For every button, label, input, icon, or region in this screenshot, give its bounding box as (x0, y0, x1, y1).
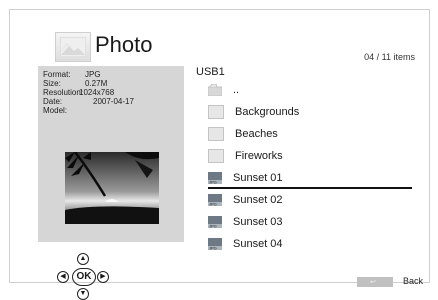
list-item-label: Backgrounds (235, 106, 300, 118)
svg-text:JPG: JPG (209, 224, 217, 229)
back-label: Back (403, 276, 424, 286)
down-arrow-icon[interactable]: ▼ (77, 288, 89, 300)
date-value: 2007-04-17 (93, 97, 134, 106)
photo-thumbnail (65, 152, 159, 224)
left-arrow-icon[interactable]: ◀ (57, 271, 69, 283)
file-info-panel: Format: JPG Size: 0.27M Resolution: 1024x76… (38, 66, 184, 242)
player-screen: Photo 04 / 11 items Format: JPG Size: 0.27… (9, 9, 430, 300)
resolution-label: Resolution: (43, 88, 84, 97)
list-item-label: Sunset 03 (233, 216, 283, 228)
size-label: Size: (43, 79, 61, 88)
folder-icon (208, 105, 224, 119)
header: Photo (55, 30, 205, 66)
selection-underline (208, 187, 412, 189)
nav-pad: ▲ ◀ OK ▶ ▼ (57, 253, 109, 300)
list-item-sunset-04[interactable]: JPG Sunset 04 (208, 234, 413, 254)
format-label: Format: (43, 70, 71, 79)
svg-text:JPG: JPG (209, 246, 217, 251)
list-item-sunset-03[interactable]: JPG Sunset 03 (208, 212, 413, 232)
list-item-sunset-01[interactable]: JPG Sunset 01 (208, 168, 413, 188)
list-item-parent[interactable]: .. (208, 80, 413, 100)
svg-text:JPG: JPG (209, 202, 217, 207)
jpg-file-icon: JPG (208, 172, 222, 184)
resolution-value: 1024x768 (79, 88, 115, 97)
item-counter: 04 / 11 items (364, 52, 415, 62)
jpg-file-icon: JPG (208, 238, 222, 250)
size-value: 0.27M (85, 79, 108, 88)
list-item-sunset-02[interactable]: JPG Sunset 02 (208, 190, 413, 210)
ok-button[interactable]: OK (72, 268, 96, 286)
list-item-label: Sunset 02 (233, 194, 283, 206)
svg-text:JPG: JPG (209, 180, 217, 185)
list-item-label: Beaches (235, 128, 278, 140)
list-item-backgrounds[interactable]: Backgrounds (208, 102, 413, 122)
list-item-label: Fireworks (235, 150, 283, 162)
right-arrow-icon[interactable]: ▶ (97, 271, 109, 283)
format-value: JPG (85, 70, 101, 79)
back-arrow-icon: ↩ (370, 279, 376, 286)
jpg-file-icon: JPG (208, 216, 222, 228)
breadcrumb: USB1 (196, 66, 225, 78)
file-info: Format: JPG Size: 0.27M Resolution: 1024x76… (43, 70, 134, 115)
folder-icon (208, 149, 224, 163)
up-arrow-icon[interactable]: ▲ (77, 253, 89, 265)
list-item-label: Sunset 01 (233, 172, 283, 184)
folder-icon (208, 127, 224, 141)
list-item-fireworks[interactable]: Fireworks (208, 146, 413, 166)
page-title: Photo (95, 32, 153, 57)
photo-icon (55, 32, 91, 62)
date-label: Date: (43, 97, 63, 106)
parent-folder-icon (208, 84, 222, 96)
list-item-label: .. (233, 84, 240, 96)
jpg-file-icon: JPG (208, 194, 222, 206)
list-item-beaches[interactable]: Beaches (208, 124, 413, 144)
model-label: Model: (43, 106, 68, 115)
list-item-label: Sunset 04 (233, 238, 283, 250)
